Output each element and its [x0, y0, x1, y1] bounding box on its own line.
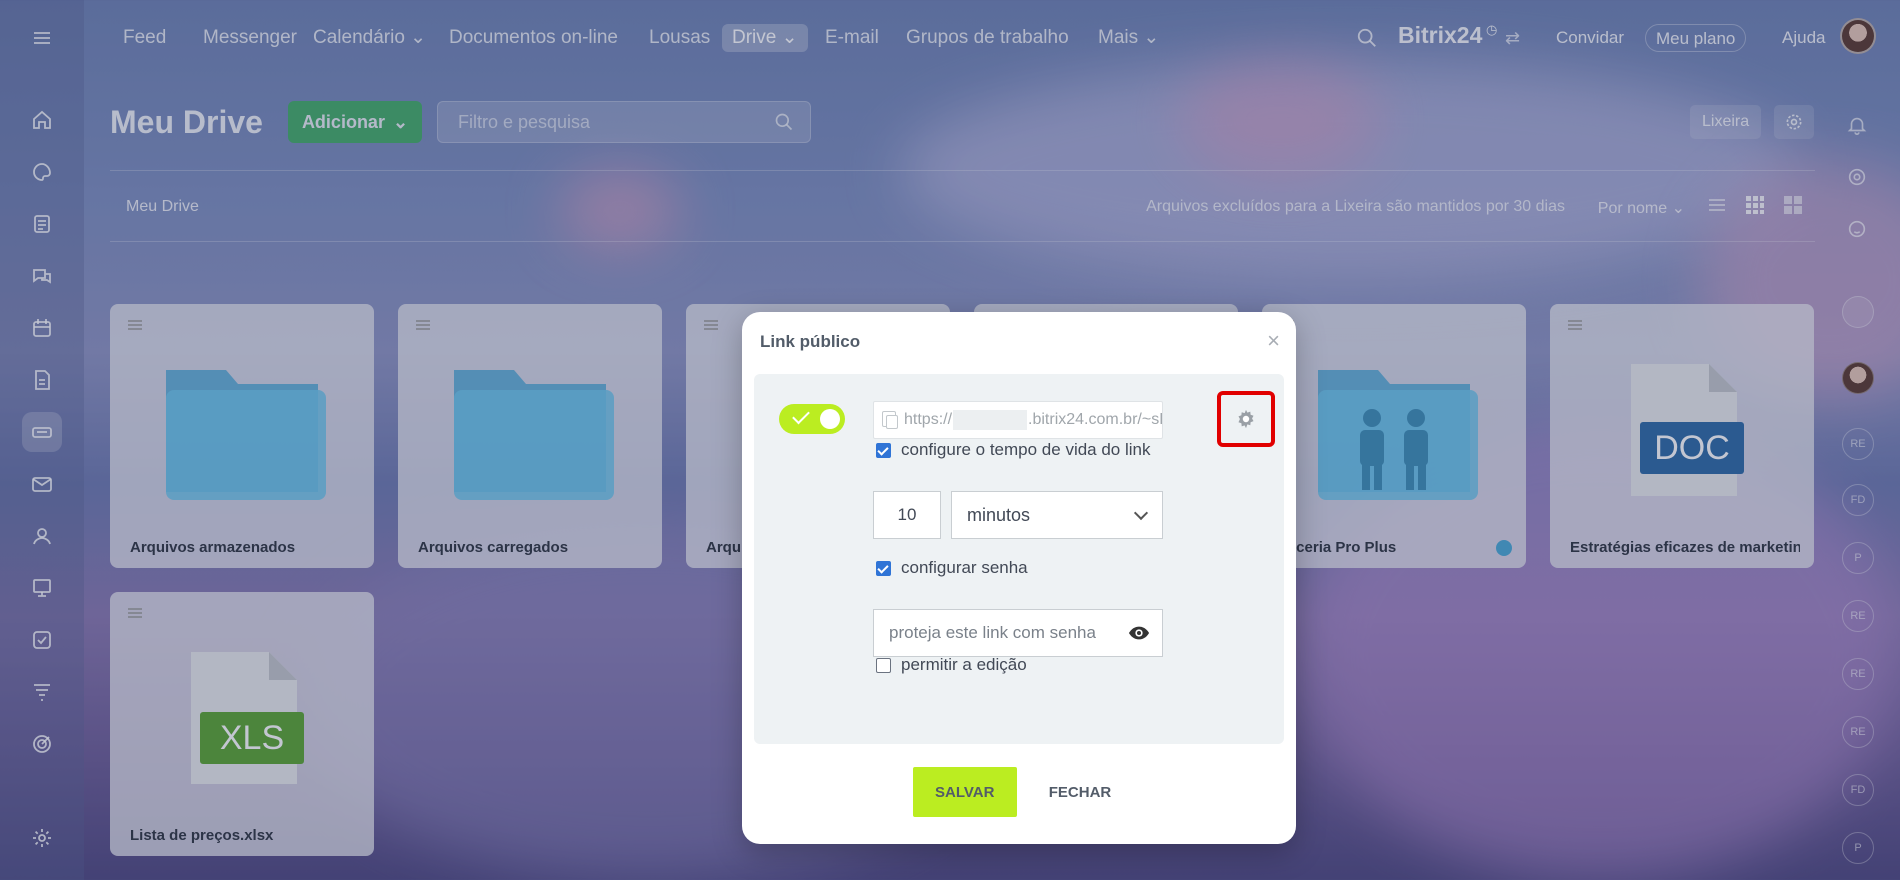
password-input[interactable]	[874, 610, 1114, 656]
edit-checkbox[interactable]	[876, 657, 891, 673]
password-field[interactable]	[873, 609, 1163, 657]
dialog-panel: https:// .bitrix24.com.br/~sE... configur…	[754, 374, 1284, 744]
password-option[interactable]: configurar senha	[876, 558, 1028, 578]
toggle-knob	[820, 409, 840, 429]
lifetime-label: configure o tempo de vida do link	[901, 440, 1151, 459]
lifetime-value-input[interactable]: 10	[873, 491, 941, 539]
password-label: configurar senha	[901, 558, 1028, 577]
lifetime-checkbox[interactable]	[876, 442, 891, 458]
eye-icon[interactable]	[1128, 624, 1150, 642]
url-prefix: https://	[904, 411, 953, 428]
close-button[interactable]: FECHAR	[1035, 767, 1126, 817]
dialog-title: Link público	[760, 332, 861, 351]
public-link-field[interactable]: https:// .bitrix24.com.br/~sE...	[873, 401, 1163, 439]
edit-label: permitir a edição	[901, 655, 1027, 674]
close-icon[interactable]: ×	[1267, 330, 1280, 352]
lifetime-unit-select[interactable]: minutos	[951, 491, 1163, 539]
public-link-toggle[interactable]	[779, 404, 845, 434]
lifetime-option[interactable]: configure o tempo de vida do link	[876, 440, 1151, 460]
url-suffix: .bitrix24.com.br/~sE...	[1028, 411, 1162, 428]
check-icon	[792, 406, 810, 425]
copy-icon[interactable]	[882, 411, 898, 429]
password-checkbox[interactable]	[876, 560, 891, 576]
link-settings-button[interactable]	[1217, 391, 1275, 447]
gear-icon	[1238, 409, 1254, 429]
dialog-footer: SALVAR FECHAR	[742, 767, 1296, 817]
edit-option[interactable]: permitir a edição	[876, 655, 1027, 675]
chevron-down-icon	[1133, 505, 1149, 521]
save-button[interactable]: SALVAR	[912, 767, 1017, 817]
public-link-dialog: Link público × https:// .bitrix24.com.br/…	[742, 312, 1296, 844]
redacted-segment	[953, 409, 1028, 430]
